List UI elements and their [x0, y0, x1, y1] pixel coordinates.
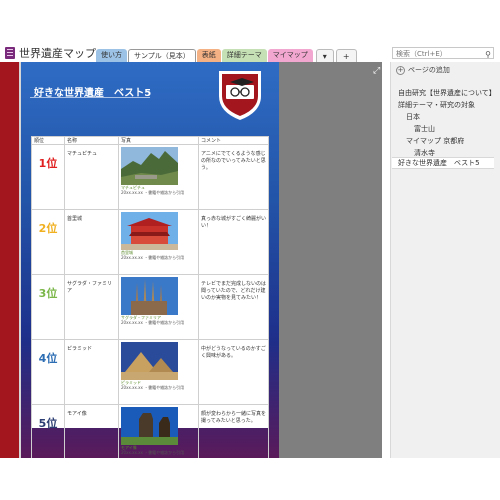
page-item-research[interactable]: 自由研究【世界遺産について】 — [398, 88, 496, 98]
name-cell[interactable]: サグラダ・ファミリア — [64, 274, 119, 340]
photo-cell[interactable]: サグラダ・ファミリア 20xx.xx.xx ・書籍や雑誌から引用 — [118, 274, 199, 340]
add-page-label: ページの追加 — [408, 66, 450, 74]
page-item-japan[interactable]: 日本 — [406, 112, 420, 122]
page-margin-area — [279, 62, 382, 458]
photo-cell[interactable]: ピラミッド 20xx.xx.xx ・書籍や雑誌から引用 — [118, 339, 199, 405]
photo-source: 20xx.xx.xx ・書籍や雑誌から引用 — [121, 190, 185, 195]
section-tabs: 使い方 サンプル（見本） 表紙 詳細テーマ マイマップ ▾ + — [96, 49, 357, 62]
tab-more-button[interactable]: ▾ — [315, 49, 334, 62]
photo-source: 20xx.xx.xx ・書籍や雑誌から引用 — [121, 385, 185, 390]
tab-usage[interactable]: 使い方 — [96, 49, 127, 62]
rank-cell[interactable]: 2位 — [31, 209, 65, 275]
pyramid-photo — [121, 342, 178, 380]
header-photo: 写真 — [118, 136, 199, 145]
photo-source: 20xx.xx.xx ・書籍や雑誌から引用 — [121, 320, 185, 325]
add-section-button[interactable]: + — [335, 49, 357, 62]
tab-detail-theme[interactable]: 詳細テーマ — [221, 49, 267, 62]
name-cell[interactable]: ピラミッド — [64, 339, 119, 405]
name-cell[interactable]: マチュピチュ — [64, 144, 119, 210]
crest-emblem-icon — [219, 71, 261, 120]
header-name: 名称 — [64, 136, 119, 145]
page-item-best5[interactable]: 好きな世界遺産 ベスト5 — [392, 157, 494, 169]
tab-cover[interactable]: 表紙 — [196, 49, 221, 62]
comment-cell[interactable]: 中がどうなっているのかすごく興味がある。 — [198, 339, 269, 405]
table-row[interactable]: 3位 サグラダ・ファミリア サグラダ・ファミリア 20xx.xx.xx ・書籍や… — [31, 274, 269, 340]
photo-source: 20xx.xx.xx ・書籍や雑誌から引用 — [121, 450, 185, 455]
tab-my-map[interactable]: マイマップ — [267, 49, 313, 62]
rank-cell[interactable]: 1位 — [31, 144, 65, 210]
search-icon[interactable]: ⚲ — [485, 49, 491, 61]
comment-cell[interactable]: 真っ赤な城がすごく綺麗がいい！ — [198, 209, 269, 275]
photo-cell[interactable]: 首里城 20xx.xx.xx ・書籍や雑誌から引用 — [118, 209, 199, 275]
photo-cell[interactable]: マチュピチュ 20xx.xx.xx ・書籍や雑誌から引用 — [118, 144, 199, 210]
bottom-area — [0, 458, 500, 500]
add-page-button[interactable]: + ページの追加 — [396, 64, 450, 76]
tab-sample[interactable]: サンプル（見本） — [128, 49, 196, 62]
notebook-icon — [5, 47, 15, 59]
ranking-table[interactable]: 順位 名称 写真 コメント 1位 マチュピチュ マチュピチュ 20xx.xx.x… — [31, 136, 269, 470]
shuri-castle-photo — [121, 212, 178, 250]
sagrada-familia-photo — [121, 277, 178, 315]
name-cell[interactable]: 首里城 — [64, 209, 119, 275]
header-comment: コメント — [198, 136, 269, 145]
comment-cell[interactable]: テレビでまだ完成しないのは聞っていたので、どれだけ建いのか実物を見てみたい！ — [198, 274, 269, 340]
table-row[interactable]: 4位 ピラミッド ピラミッド 20xx.xx.xx ・書籍や雑誌から引用 中がど… — [31, 339, 269, 405]
table-row[interactable]: 1位 マチュピチュ マチュピチュ 20xx.xx.xx ・書籍や雑誌から引用 ア… — [31, 144, 269, 210]
notebook-title: 世界遺産マップ — [19, 47, 96, 60]
comment-cell[interactable]: アニメにでてくるような感じの所なのでいってみたいと思う。 — [198, 144, 269, 210]
expand-icon[interactable]: ⤢ — [373, 66, 380, 76]
notebook-color-stripe — [0, 62, 19, 458]
notebook-selector[interactable]: 世界遺産マップ ▼ — [5, 45, 106, 61]
title-underline — [30, 97, 150, 98]
page-item-detail-theme[interactable]: 詳細テーマ・研究の対象 — [398, 100, 475, 110]
header-rank: 順位 — [31, 136, 65, 145]
search-input[interactable]: 検索（Ctrl+E） ⚲ — [392, 47, 494, 59]
table-row[interactable]: 2位 首里城 首里城 20xx.xx.xx ・書籍や雑誌から引用 真っ赤な城がす… — [31, 209, 269, 275]
rank-cell[interactable]: 3位 — [31, 274, 65, 340]
search-placeholder: 検索（Ctrl+E） — [396, 50, 447, 58]
moai-photo — [121, 407, 178, 445]
machu-picchu-photo — [121, 147, 178, 185]
photo-source: 20xx.xx.xx ・書籍や雑誌から引用 — [121, 255, 185, 260]
table-header-row: 順位 名称 写真 コメント — [31, 136, 269, 145]
page-item-kyoto-map[interactable]: マイマップ 京都府 — [406, 136, 464, 146]
page-item-fuji[interactable]: 富士山 — [414, 124, 435, 134]
plus-icon: + — [396, 65, 405, 75]
rank-cell[interactable]: 4位 — [31, 339, 65, 405]
